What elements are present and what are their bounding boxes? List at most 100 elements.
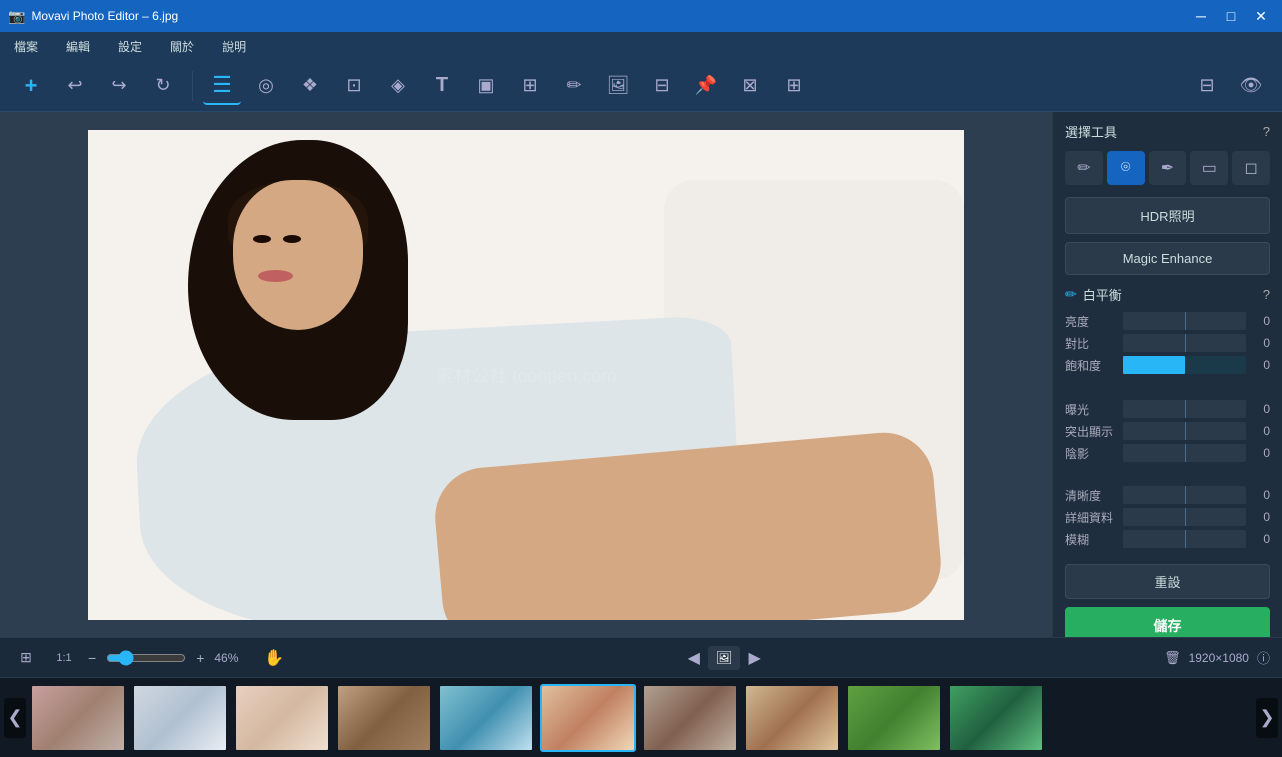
- hand-tool[interactable]: ✋: [264, 648, 284, 668]
- highlights-label: 突出顯示: [1065, 423, 1117, 440]
- delete-button[interactable]: 🗑: [1164, 650, 1181, 666]
- hdr-button[interactable]: HDR照明: [1065, 197, 1270, 234]
- saturation-track[interactable]: [1123, 356, 1246, 374]
- thumb-8-image: [746, 686, 838, 750]
- crop-button[interactable]: ⊡: [335, 67, 373, 105]
- thumbnail-4[interactable]: [336, 684, 432, 752]
- bottom-center: ◀ 🖼 ▶: [294, 646, 1154, 670]
- zoom-slider[interactable]: [106, 650, 186, 666]
- white-balance-section: ✏ 白平衡 ? 亮度 0 對比 0: [1053, 279, 1282, 384]
- clone-button[interactable]: ⊟: [643, 67, 681, 105]
- wb-help-icon[interactable]: ?: [1263, 287, 1270, 302]
- menu-edit[interactable]: 編輯: [60, 36, 96, 57]
- brightness-label: 亮度: [1065, 313, 1117, 330]
- right-panel: 選擇工具 ? ✏ ⌾ ✒ ▭ ◻ HDR照明 Magic Enhance ✏ 白…: [1052, 112, 1282, 637]
- filmstrip-next-button[interactable]: ❯: [1256, 698, 1278, 738]
- thumbnail-2[interactable]: [132, 684, 228, 752]
- zoom-out-icon[interactable]: −: [88, 650, 96, 666]
- add-button[interactable]: +: [12, 67, 50, 105]
- filters-button[interactable]: ☰: [203, 67, 241, 105]
- color-button[interactable]: ✏: [555, 67, 593, 105]
- lasso-select-tool[interactable]: ⌾: [1107, 151, 1145, 185]
- thumbnail-9[interactable]: [846, 684, 942, 752]
- shadows-track[interactable]: [1123, 444, 1246, 462]
- thumbnail-6-active[interactable]: [540, 684, 636, 752]
- texture-button[interactable]: ⊞: [511, 67, 549, 105]
- highlights-row: 突出顯示 0: [1065, 422, 1270, 440]
- transform-button[interactable]: ❖: [291, 67, 329, 105]
- right-eye: [283, 235, 301, 243]
- refresh-button[interactable]: ↻: [144, 67, 182, 105]
- thumbnail-1[interactable]: [30, 684, 126, 752]
- thumb-2-image: [134, 686, 226, 750]
- retouch-button[interactable]: ◎: [247, 67, 285, 105]
- frame-button[interactable]: ▣: [467, 67, 505, 105]
- menu-settings[interactable]: 設定: [112, 36, 148, 57]
- selection-tools-title: 選擇工具: [1065, 122, 1117, 141]
- clarity-label: 清晰度: [1065, 487, 1117, 504]
- fit-button[interactable]: ⊞: [12, 644, 40, 672]
- saturation-row: 飽和度 0: [1065, 356, 1270, 374]
- eye-button[interactable]: 👁: [1232, 67, 1270, 105]
- close-button[interactable]: ✕: [1248, 5, 1274, 27]
- bottom-right: 🗑 1920×1080 ⓘ: [1164, 648, 1270, 667]
- erase-button[interactable]: ◈: [379, 67, 417, 105]
- clarity-track[interactable]: [1123, 486, 1246, 504]
- insert-button[interactable]: 🖼: [599, 67, 637, 105]
- pin-button[interactable]: 📌: [687, 67, 725, 105]
- compare-button[interactable]: ⊟: [1188, 67, 1226, 105]
- highlights-value: 0: [1252, 424, 1270, 438]
- undo-button[interactable]: ↩: [56, 67, 94, 105]
- split-button[interactable]: ⊠: [731, 67, 769, 105]
- shadows-row: 陰影 0: [1065, 444, 1270, 462]
- thumbnail-3[interactable]: [234, 684, 330, 752]
- thumb-10-image: [950, 686, 1042, 750]
- magic-enhance-button[interactable]: Magic Enhance: [1065, 242, 1270, 275]
- thumbnail-8[interactable]: [744, 684, 840, 752]
- highlights-track[interactable]: [1123, 422, 1246, 440]
- text-button[interactable]: T: [423, 67, 461, 105]
- brightness-track[interactable]: [1123, 312, 1246, 330]
- blur-track[interactable]: [1123, 530, 1246, 548]
- restore-button[interactable]: □: [1218, 5, 1244, 27]
- menu-help[interactable]: 說明: [216, 36, 252, 57]
- thumbnail-7[interactable]: [642, 684, 738, 752]
- reset-button[interactable]: 重設: [1065, 564, 1270, 599]
- info-icon[interactable]: ⓘ: [1257, 648, 1270, 667]
- minimize-button[interactable]: ─: [1188, 5, 1214, 27]
- selection-help-icon[interactable]: ?: [1263, 124, 1270, 139]
- menu-file[interactable]: 檔案: [8, 36, 44, 57]
- prev-image-button[interactable]: ◀: [688, 648, 700, 668]
- canvas-area[interactable]: 素材公社 tooopen.com: [0, 112, 1052, 637]
- thumbnail-10[interactable]: [948, 684, 1044, 752]
- contrast-row: 對比 0: [1065, 334, 1270, 352]
- thumb-3-image: [236, 686, 328, 750]
- next-image-button[interactable]: ▶: [748, 648, 760, 668]
- title-bar: 📷 Movavi Photo Editor – 6.jpg ─ □ ✕: [0, 0, 1282, 32]
- erase-select-tool[interactable]: ◻: [1232, 151, 1270, 185]
- thumb-1-image: [32, 686, 124, 750]
- save-button[interactable]: 儲存: [1065, 607, 1270, 637]
- pin-select-tool[interactable]: ✒: [1149, 151, 1187, 185]
- selection-tools-header: 選擇工具 ?: [1053, 112, 1282, 147]
- grid-button[interactable]: ⊞: [775, 67, 813, 105]
- filmstrip-view-icon: 🖼: [716, 650, 733, 666]
- rect-select-tool[interactable]: ▭: [1190, 151, 1228, 185]
- filmstrip-prev-button[interactable]: ❮: [4, 698, 26, 738]
- detail-center: [1185, 508, 1186, 526]
- zoom-in-icon[interactable]: +: [196, 650, 204, 666]
- thumb-9-image: [848, 686, 940, 750]
- one-to-one-button[interactable]: 1:1: [50, 644, 78, 672]
- redo-button[interactable]: ↪: [100, 67, 138, 105]
- view-mode-toggle[interactable]: 🖼: [708, 646, 741, 670]
- toolbar: + ↩ ↪ ↻ ☰ ◎ ❖ ⊡ ◈ T ▣ ⊞ ✏ 🖼 ⊟ 📌 ⊠ ⊞ ⊟ 👁: [0, 60, 1282, 112]
- blur-center: [1185, 530, 1186, 548]
- brush-select-tool[interactable]: ✏: [1065, 151, 1103, 185]
- shadows-label: 陰影: [1065, 445, 1117, 462]
- contrast-track[interactable]: [1123, 334, 1246, 352]
- menu-about[interactable]: 關於: [164, 36, 200, 57]
- wb-title: ✏ 白平衡: [1065, 285, 1122, 304]
- thumbnail-5[interactable]: [438, 684, 534, 752]
- detail-track[interactable]: [1123, 508, 1246, 526]
- exposure-track[interactable]: [1123, 400, 1246, 418]
